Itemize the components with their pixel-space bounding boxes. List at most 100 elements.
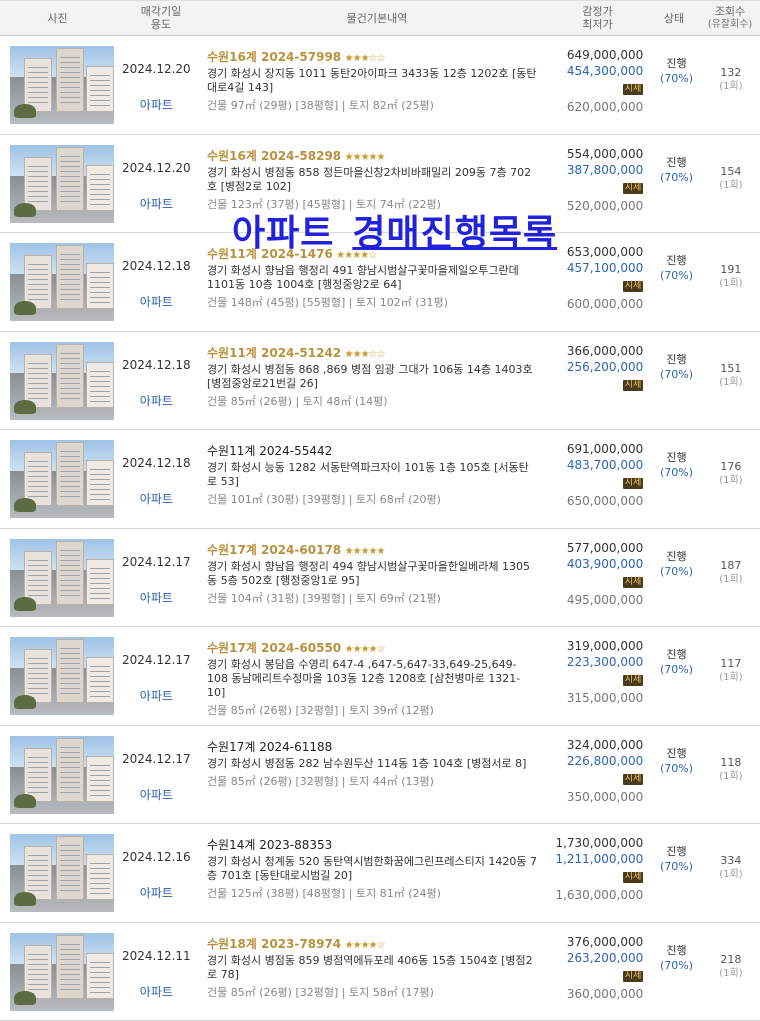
market-price: 520,000,000 [545,198,643,214]
appraisal-price: 649,000,000 [545,47,643,63]
header-price[interactable]: 감정가최저가 [547,1,648,35]
minimum-price: 454,300,000 [545,63,643,79]
price-cell: 577,000,000 403,900,000 시세 495,000,000 [545,529,651,627]
photo-cell [0,824,112,922]
property-address: 경기 화성시 병점동 858 정든마을신창2차비바패밀리 209동 7층 702… [207,166,537,194]
building-shape [86,263,114,309]
status-text: 진행 [651,56,702,71]
building-shape [56,48,84,112]
photo-cell [0,923,112,1021]
case-number-link[interactable]: 수원17계 2024-60550 [207,641,341,655]
auction-date: 2024.12.18 [112,259,201,273]
views-cell: 151 (1회) [702,332,760,430]
price-cell: 1,730,000,000 1,211,000,000 시세 1,630,000… [545,824,651,922]
date-cell: 2024.12.16 아파트 [112,824,201,922]
views-cell: 187 (1회) [702,529,760,627]
property-size: 건물 85㎡ (26평) [32평형] | 토지 39㎡ (12평) [207,704,537,718]
building-shape [86,854,114,900]
usage-type: 아파트 [112,392,201,409]
property-size: 건물 148㎡ (45평) [55평형] | 토지 102㎡ (31평) [207,296,537,310]
property-address: 경기 화성시 병점동 868 ,869 병점 임광 그대가 106동 14층 1… [207,363,537,391]
view-count: 191 [702,263,760,277]
view-count: 151 [702,362,760,376]
property-photo[interactable] [10,539,114,617]
building-shape [56,639,84,703]
building-shape [56,836,84,900]
table-row[interactable]: 2024.12.20 아파트 수원16계 2024-57998 ★★★☆☆ 경기… [0,36,760,135]
property-photo[interactable] [10,342,114,420]
case-number-link[interactable]: 수원14계 2023-88353 [207,838,332,852]
table-row[interactable]: 2024.12.11 아파트 수원18계 2023-78974 ★★★★☆ 경기… [0,923,760,1021]
status-text: 진행 [651,155,702,170]
market-price-badge[interactable]: 시세 [623,675,644,686]
case-number-link[interactable]: 수원16계 2024-58298 [207,149,341,163]
minimum-price: 457,100,000 [545,260,643,276]
market-price-badge[interactable]: 시세 [623,872,644,883]
property-photo[interactable] [10,834,114,912]
header-photo-label: 사진 [47,12,67,25]
market-price-badge[interactable]: 시세 [623,281,644,292]
building-shape [86,362,114,408]
header-info: 물건기본내역 [207,1,547,35]
property-photo[interactable] [10,736,114,814]
building-shape [56,147,84,211]
property-photo[interactable] [10,440,114,518]
property-photo[interactable] [10,933,114,1011]
table-row[interactable]: 2024.12.18 아파트 수원11계 2024-51242 ★★★☆☆ 경기… [0,332,760,431]
photo-cell [0,627,112,725]
status-cell: 진행 (70%) [651,36,702,134]
view-count: 334 [702,854,760,868]
photo-cell [0,36,112,134]
market-price-badge[interactable]: 시세 [623,971,644,982]
property-size: 건물 85㎡ (26평) | 토지 48㎡ (14평) [207,395,537,409]
market-price-badge[interactable]: 시세 [623,84,644,95]
property-photo[interactable] [10,243,114,321]
info-cell: 수원18계 2023-78974 ★★★★☆ 경기 화성시 병점동 859 병점… [201,923,545,1021]
table-body: 2024.12.20 아파트 수원16계 2024-57998 ★★★☆☆ 경기… [0,36,760,1021]
tree-shape [14,695,36,709]
case-number-link[interactable]: 수원11계 2024-55442 [207,444,332,458]
appraisal-price: 653,000,000 [545,244,643,260]
property-address: 경기 화성시 장지동 1011 동탄2아이파크 3433동 12층 1202호 … [207,67,537,95]
info-cell: 수원17계 2024-60550 ★★★★☆ 경기 화성시 봉담읍 수영리 64… [201,627,545,725]
case-number-link[interactable]: 수원18계 2023-78974 [207,937,341,951]
info-cell: 수원16계 2024-57998 ★★★☆☆ 경기 화성시 장지동 1011 동… [201,36,545,134]
auction-date: 2024.12.17 [112,752,201,766]
property-photo[interactable] [10,637,114,715]
table-row[interactable]: 2024.12.18 아파트 수원11계 2024-55442 경기 화성시 능… [0,430,760,529]
table-row[interactable]: 2024.12.17 아파트 수원17계 2024-60550 ★★★★☆ 경기… [0,627,760,726]
market-price-badge[interactable]: 시세 [623,183,644,194]
header-date[interactable]: 매각기일용도 [115,1,207,35]
table-row[interactable]: 2024.12.17 아파트 수원17계 2024-61188 경기 화성시 병… [0,726,760,825]
auction-date: 2024.12.18 [112,358,201,372]
table-row[interactable]: 2024.12.17 아파트 수원17계 2024-60178 ★★★★★ 경기… [0,529,760,628]
views-cell: 132 (1회) [702,36,760,134]
market-price-badge[interactable]: 시세 [623,577,644,588]
fail-count: (1회) [702,179,760,193]
case-number-link[interactable]: 수원17계 2024-60178 [207,543,341,557]
building-shape [86,460,114,506]
property-photo[interactable] [10,145,114,223]
case-number-link[interactable]: 수원17계 2024-61188 [207,740,332,754]
table-row[interactable]: 2024.12.16 아파트 수원14계 2023-88353 경기 화성시 청… [0,824,760,923]
property-photo[interactable] [10,46,114,124]
case-number-link[interactable]: 수원16계 2024-57998 [207,50,341,64]
market-price-badge[interactable]: 시세 [623,478,644,489]
rating-stars: ★★★★★ [345,546,385,557]
tree-shape [14,498,36,512]
header-views[interactable]: 조회수(유찰회수) [700,1,760,35]
property-size: 건물 85㎡ (26평) [32평형] | 토지 58㎡ (17평) [207,986,537,1000]
header-status: 상태 [648,1,700,35]
photo-cell [0,233,112,331]
case-number-link[interactable]: 수원11계 2024-51242 [207,346,341,360]
price-cell: 366,000,000 256,200,000 시세 [545,332,651,430]
auction-list-table: 사진 매각기일용도 물건기본내역 감정가최저가 상태 조회수(유찰회수) 202… [0,0,760,1021]
minimum-price: 1,211,000,000 [545,851,643,867]
price-cell: 319,000,000 223,300,000 시세 315,000,000 [545,627,651,725]
market-price-badge[interactable]: 시세 [623,380,644,391]
views-cell: 154 (1회) [702,135,760,233]
rating-stars: ★★★☆☆ [345,53,385,64]
market-price-badge[interactable]: 시세 [623,774,644,785]
appraisal-price: 376,000,000 [545,934,643,950]
views-cell: 118 (1회) [702,726,760,824]
